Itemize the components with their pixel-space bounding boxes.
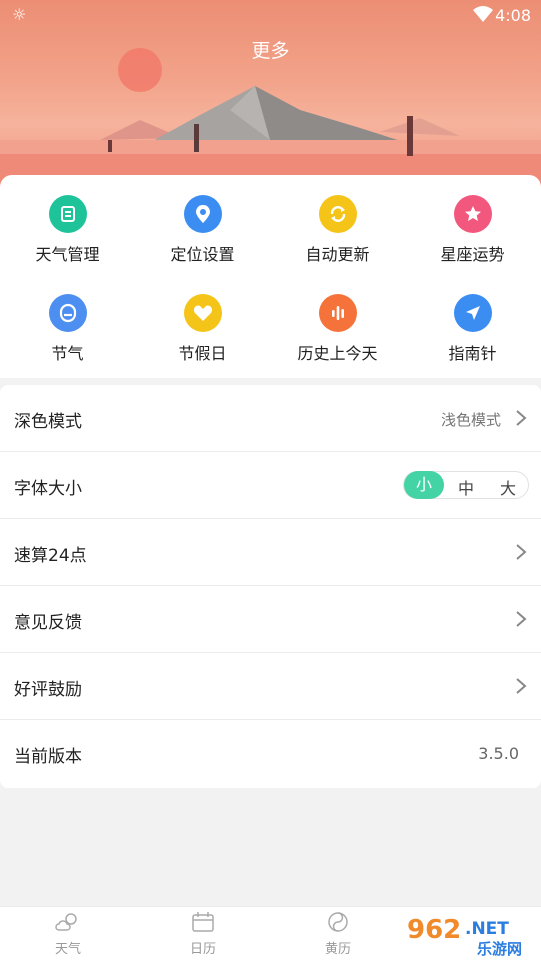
settings-list: 深色模式 浅色模式 字体大小 小 中 大 速算24点 意见反馈 好评鼓励 当前版… bbox=[0, 385, 541, 788]
chevron-right-icon bbox=[515, 409, 527, 431]
grid-item-label: 定位设置 bbox=[170, 245, 235, 264]
font-size-segmented-control: 小 中 大 bbox=[403, 471, 529, 499]
header-banner: ☼ 4:08 更多 bbox=[0, 0, 541, 200]
row-label: 意见反馈 bbox=[14, 613, 82, 633]
site-watermark-logo: 962 .NET 乐游网 bbox=[403, 912, 539, 958]
row-label: 当前版本 bbox=[14, 747, 82, 767]
list-icon bbox=[48, 195, 87, 233]
tab-label: 日历 bbox=[189, 942, 216, 957]
chevron-right-icon bbox=[515, 677, 527, 699]
settings-row-font-size: 字体大小 小 中 大 bbox=[0, 452, 541, 519]
grid-item-label: 指南针 bbox=[448, 344, 497, 363]
row-value: 浅色模式 bbox=[440, 411, 501, 429]
tab-label: 天气 bbox=[54, 942, 81, 957]
version-value: 3.5.0 bbox=[478, 744, 519, 763]
wifi-icon bbox=[473, 6, 493, 26]
tab-almanac[interactable]: 黄历 bbox=[298, 911, 378, 957]
tab-label: 黄历 bbox=[324, 942, 351, 957]
calendar-icon bbox=[192, 912, 214, 932]
weather-icon bbox=[55, 913, 77, 931]
svg-text:962: 962 bbox=[407, 915, 461, 945]
compass-arrow-icon bbox=[453, 294, 492, 332]
font-size-option-small[interactable]: 小 bbox=[404, 471, 444, 499]
svg-text:乐游网: 乐游网 bbox=[477, 940, 522, 958]
grid-item-label: 自动更新 bbox=[305, 245, 370, 264]
tab-calendar[interactable]: 日历 bbox=[163, 911, 243, 957]
heart-icon bbox=[183, 294, 222, 332]
grid-item-label: 节气 bbox=[51, 344, 84, 363]
row-label: 速算24点 bbox=[14, 546, 87, 566]
grid-item-holidays[interactable]: 节假日 bbox=[135, 294, 270, 364]
row-label: 字体大小 bbox=[14, 479, 82, 499]
grid-item-label: 节假日 bbox=[178, 344, 227, 363]
row-label: 深色模式 bbox=[14, 412, 82, 432]
grid-item-label: 历史上今天 bbox=[297, 344, 378, 363]
letter-a-icon bbox=[48, 294, 87, 332]
grid-item-label: 星座运势 bbox=[440, 245, 505, 264]
android-notification-icon: ☼ bbox=[12, 5, 27, 24]
tab-weather[interactable]: 天气 bbox=[28, 911, 108, 957]
star-icon bbox=[453, 195, 492, 233]
grid-item-weather-manage[interactable]: 天气管理 bbox=[0, 195, 135, 265]
grid-item-compass[interactable]: 指南针 bbox=[405, 294, 540, 364]
settings-row-rating[interactable]: 好评鼓励 bbox=[0, 653, 541, 720]
grid-item-history-today[interactable]: 历史上今天 bbox=[270, 294, 405, 364]
settings-row-version: 当前版本 3.5.0 bbox=[0, 720, 541, 787]
font-size-option-large[interactable]: 大 bbox=[500, 475, 516, 499]
status-bar: ☼ 4:08 bbox=[0, 0, 541, 30]
grid-item-solar-terms[interactable]: 节气 bbox=[0, 294, 135, 364]
page-title: 更多 bbox=[251, 40, 290, 62]
svg-text:.NET: .NET bbox=[465, 919, 509, 939]
yin-yang-icon bbox=[328, 912, 348, 932]
location-pin-icon bbox=[183, 195, 222, 233]
grid-item-horoscope[interactable]: 星座运势 bbox=[405, 195, 540, 265]
grid-item-label: 天气管理 bbox=[35, 245, 100, 264]
font-size-option-medium[interactable]: 中 bbox=[458, 475, 474, 499]
chevron-right-icon bbox=[515, 610, 527, 632]
chevron-right-icon bbox=[515, 543, 527, 565]
settings-row-game24[interactable]: 速算24点 bbox=[0, 519, 541, 586]
grid-item-auto-update[interactable]: 自动更新 bbox=[270, 195, 405, 265]
refresh-icon bbox=[318, 195, 357, 233]
voice-bars-icon bbox=[318, 294, 357, 332]
settings-row-feedback[interactable]: 意见反馈 bbox=[0, 586, 541, 653]
status-time: 4:08 bbox=[495, 6, 531, 25]
row-label: 好评鼓励 bbox=[14, 680, 82, 700]
feature-grid: 天气管理 定位设置 自动更新 星座运势 节气 节假日 历史上今天 指南针 bbox=[0, 175, 541, 378]
settings-row-dark-mode[interactable]: 深色模式 浅色模式 bbox=[0, 385, 541, 452]
grid-item-location-settings[interactable]: 定位设置 bbox=[135, 195, 270, 265]
